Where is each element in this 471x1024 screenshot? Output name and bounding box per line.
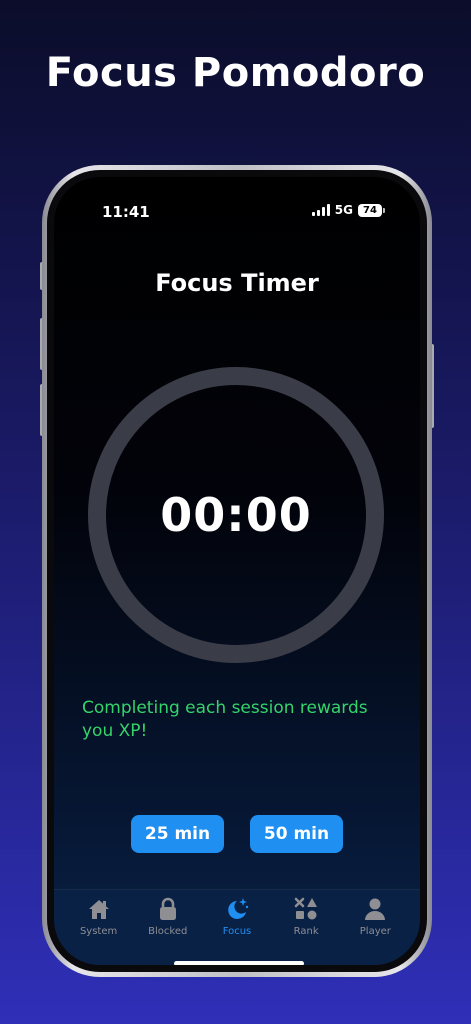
preset-25-min-button[interactable]: 25 min: [131, 815, 224, 853]
home-indicator[interactable]: [174, 961, 304, 965]
tab-label: Player: [359, 926, 391, 937]
tab-label: Blocked: [148, 926, 188, 937]
tab-rank[interactable]: Rank: [273, 896, 339, 965]
tab-system[interactable]: System: [66, 896, 132, 965]
tab-blocked[interactable]: Blocked: [135, 896, 201, 965]
network-label: 5G: [334, 203, 353, 217]
preset-50-min-button[interactable]: 50 min: [250, 815, 343, 853]
timer-display: 00:00: [160, 488, 312, 542]
phone-frame: 11:41 5G 74 Focus Timer 00:00 Completing…: [42, 165, 432, 977]
promo-headline: Focus Pomodoro: [45, 50, 426, 96]
lock-icon: [159, 897, 176, 920]
duration-presets: 25 min 50 min: [54, 815, 420, 853]
person-icon: [365, 898, 386, 920]
status-indicators: 5G 74: [311, 203, 385, 217]
app-screen: 11:41 5G 74 Focus Timer 00:00 Completing…: [54, 177, 420, 965]
signal-icon: [311, 204, 330, 216]
house-icon: [88, 900, 109, 919]
tab-focus[interactable]: Focus: [204, 896, 270, 965]
moon-stars-icon: [228, 898, 249, 919]
tab-label: Rank: [293, 926, 319, 937]
tab-label: Focus: [222, 926, 252, 937]
battery-icon: 74: [358, 203, 385, 217]
phone-bezel: 11:41 5G 74 Focus Timer 00:00 Completing…: [47, 170, 427, 972]
tab-bar: System Blocked Focus Rank Player: [54, 889, 420, 965]
tab-label: System: [79, 926, 118, 937]
status-time: 11:41: [102, 203, 150, 221]
tab-player[interactable]: Player: [342, 896, 408, 965]
status-bar: 11:41 5G 74: [54, 199, 420, 223]
xp-reward-message: Completing each session rewards you XP!: [82, 698, 368, 741]
shapes-icon: [294, 897, 318, 920]
page-title: Focus Timer: [155, 269, 319, 297]
